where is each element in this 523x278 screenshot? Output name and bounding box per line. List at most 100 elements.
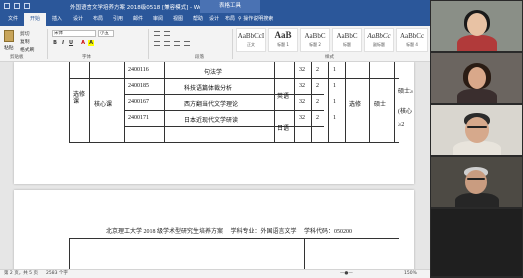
styles-group-label: 样式 <box>325 55 334 60</box>
undo-icon[interactable] <box>14 3 20 9</box>
align-left-icon[interactable] <box>154 41 160 46</box>
table-border <box>345 62 346 142</box>
separator <box>47 29 48 59</box>
video-tile-participant-1[interactable] <box>431 1 522 51</box>
tab-help[interactable]: 帮助 <box>188 13 208 26</box>
bold-icon[interactable]: B <box>52 40 58 46</box>
person-face <box>465 170 487 194</box>
style-heading-1[interactable]: AaB 标题 1 <box>268 28 298 52</box>
tab-table-layout[interactable]: 布局 <box>222 13 238 26</box>
page-2[interactable]: 北京理工大学 2018 级学术型研究生培养方案 学科专业：外国语言文学 学科代码… <box>14 190 414 269</box>
course-hours: 2 <box>316 83 319 89</box>
table-tools-tab: 表格工具 <box>200 0 260 13</box>
font-color-icon[interactable]: A <box>80 40 86 46</box>
document-area[interactable]: 选修课 核心课 2400116 句法学 32 2 1 2400185 科技语篇体… <box>0 62 430 269</box>
style-heading-4[interactable]: AaBbCc 标题 4 <box>396 28 428 52</box>
style-sample: AaB <box>274 30 292 40</box>
align-right-icon[interactable] <box>174 41 180 46</box>
style-heading-2[interactable]: AaBbC 标题 2 <box>300 28 330 52</box>
font-name-combo[interactable]: 宋体 <box>52 30 96 37</box>
word-count[interactable]: 2583 个字 <box>46 270 68 278</box>
tab-design[interactable]: 设计 <box>68 13 88 26</box>
glasses-icon <box>467 178 485 180</box>
course-semester: 1 <box>333 67 336 73</box>
video-tile-participant-4[interactable] <box>431 157 522 207</box>
format-painter-button[interactable]: 格式刷 <box>20 46 34 53</box>
ribbon-tabs: 文件 开始 插入 设计 布局 引用 邮件 审阅 视图 帮助 设计 布局 ⚲ 操作… <box>0 13 430 26</box>
course-name: 科技语篇体裁分析 <box>184 86 233 92</box>
redo-icon[interactable] <box>24 3 30 9</box>
style-title[interactable]: AaBbC 标题 <box>332 28 362 52</box>
table-border <box>328 62 329 142</box>
cut-button[interactable]: 剪切 <box>20 30 30 37</box>
quick-access-toolbar <box>4 3 30 9</box>
background <box>431 209 522 276</box>
tab-layout[interactable]: 布局 <box>88 13 108 26</box>
major-label: 学科专业：外国语言文学 <box>230 229 297 235</box>
tab-view[interactable]: 视图 <box>168 13 188 26</box>
style-name: 标题 2 <box>309 42 321 47</box>
course-name: 日本近现代文学研读 <box>184 118 239 124</box>
table-border <box>69 238 70 269</box>
table-border <box>69 78 399 79</box>
tab-file[interactable]: 文件 <box>2 13 24 26</box>
font-size-combo[interactable]: 小五 <box>98 30 114 37</box>
course-semester: 1 <box>333 99 336 105</box>
tab-home[interactable]: 开始 <box>24 13 46 26</box>
justify-icon[interactable] <box>184 41 190 46</box>
person-face <box>465 117 489 143</box>
style-subtitle[interactable]: AaBbCc 副标题 <box>364 28 394 52</box>
tab-insert[interactable]: 插入 <box>46 13 68 26</box>
style-name: 副标题 <box>373 42 385 47</box>
table-border <box>124 62 125 142</box>
table-border <box>311 62 312 142</box>
style-sample: AaBbC <box>336 32 358 40</box>
person-body <box>457 89 497 103</box>
tell-me-search[interactable]: ⚲ 操作说明搜索 <box>238 13 273 26</box>
person-body <box>455 193 499 207</box>
plan-heading: 北京理工大学 2018 级学术型研究生培养方案 <box>106 229 224 235</box>
style-normal[interactable]: AaBbCcI 正文 <box>236 28 266 52</box>
zoom-slider[interactable]: —●— <box>340 270 353 278</box>
font-group-label: 字体 <box>82 55 91 60</box>
clipboard-group-label: 剪贴板 <box>10 55 24 60</box>
category-label: 核心课 <box>94 102 113 108</box>
title-bar: 外国语言文学培养方案 2018级0518 [兼容模式] - Word 表格工具 <box>0 0 430 13</box>
course-hours: 2 <box>316 115 319 121</box>
tab-table-design[interactable]: 设计 <box>206 13 222 26</box>
page-counter[interactable]: 第 2 页，共 5 页 <box>4 270 38 278</box>
page-1[interactable]: 选修课 核心课 2400116 句法学 32 2 1 2400185 科技语篇体… <box>14 62 414 184</box>
underline-icon[interactable]: U <box>68 40 74 46</box>
course-hours: 2 <box>316 99 319 105</box>
table-border <box>394 62 395 142</box>
copy-button[interactable]: 复制 <box>20 38 30 45</box>
table-border <box>69 238 399 239</box>
video-tile-participant-5[interactable] <box>431 209 522 276</box>
style-name: 正文 <box>247 42 255 47</box>
separator <box>232 29 233 59</box>
save-icon[interactable] <box>4 3 10 9</box>
numbering-icon[interactable] <box>164 31 170 36</box>
person-body <box>453 141 501 155</box>
ribbon-home: 粘贴 剪切 复制 格式刷 剪贴板 宋体 小五 B I U A A 字体 段落 A… <box>0 26 430 62</box>
course-type: 选修 <box>349 102 362 108</box>
video-tile-participant-2[interactable] <box>431 53 522 103</box>
video-tile-participant-3[interactable] <box>431 105 522 155</box>
tab-mailings[interactable]: 邮件 <box>128 13 148 26</box>
course-code: 2400116 <box>128 67 149 73</box>
zoom-level[interactable]: 150% <box>404 270 417 278</box>
italic-icon[interactable]: I <box>60 40 66 46</box>
bullets-icon[interactable] <box>154 31 160 36</box>
align-center-icon[interactable] <box>164 41 170 46</box>
paste-icon[interactable] <box>4 30 14 42</box>
video-panel <box>430 0 523 278</box>
table-border <box>304 238 305 269</box>
style-sample: AaBbC <box>304 32 326 40</box>
tab-review[interactable]: 审阅 <box>148 13 168 26</box>
highlight-icon[interactable]: A <box>88 40 94 46</box>
status-bar: 第 2 页，共 5 页 2583 个字 —●— 150% <box>0 269 430 278</box>
tab-references[interactable]: 引用 <box>108 13 128 26</box>
degree-label: 硕士 <box>374 102 387 108</box>
paste-button[interactable]: 粘贴 <box>4 44 14 51</box>
paragraph-group-label: 段落 <box>195 55 204 60</box>
